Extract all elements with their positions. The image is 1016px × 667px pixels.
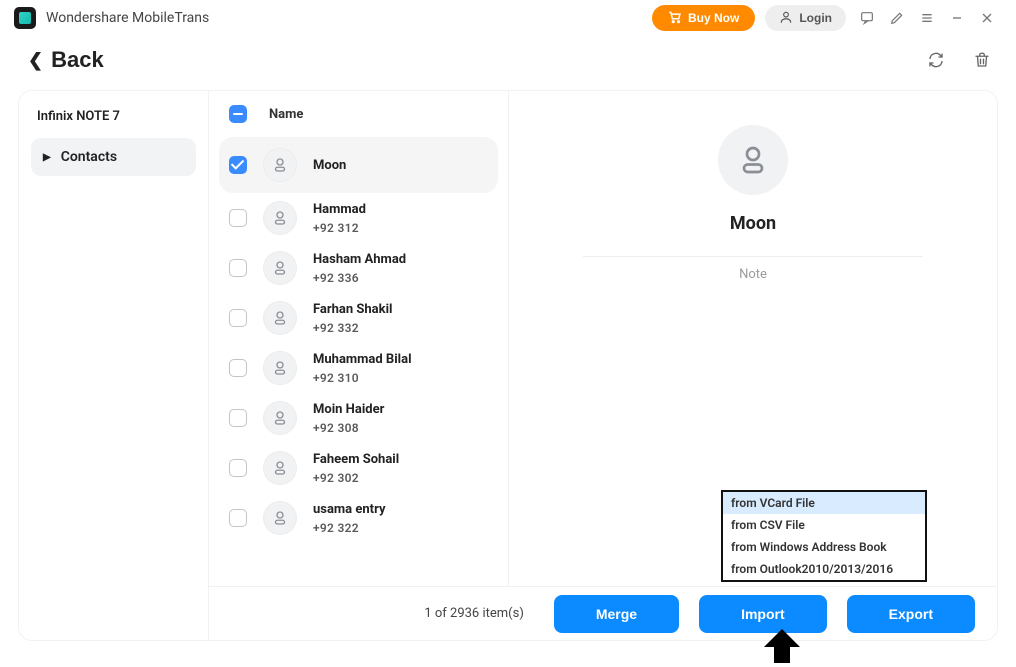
main-panel: Infinix NOTE 7 ▶ Contacts Name Moon Hamma… bbox=[18, 90, 998, 641]
contact-name: Hammad bbox=[313, 202, 366, 217]
avatar bbox=[263, 201, 297, 235]
back-button[interactable]: ❮ Back bbox=[28, 47, 104, 73]
avatar bbox=[263, 401, 297, 435]
back-row: ❮ Back bbox=[0, 36, 1016, 90]
avatar bbox=[263, 351, 297, 385]
contact-name: Muhammad Bilal bbox=[313, 352, 412, 367]
contact-phone: +92 310 bbox=[313, 371, 412, 385]
contact-phone: +92 336 bbox=[313, 271, 406, 285]
contact-name: Moin Haider bbox=[313, 402, 384, 417]
edit-icon[interactable] bbox=[882, 3, 912, 33]
import-menu-option[interactable]: from VCard File bbox=[723, 492, 925, 514]
contact-phone: +92 332 bbox=[313, 321, 392, 335]
contact-checkbox[interactable] bbox=[229, 359, 247, 377]
feedback-icon[interactable] bbox=[852, 3, 882, 33]
contact-name: usama entry bbox=[313, 502, 386, 517]
hamburger-icon[interactable] bbox=[912, 3, 942, 33]
contact-phone: +92 302 bbox=[313, 471, 399, 485]
import-menu[interactable]: from VCard Filefrom CSV Filefrom Windows… bbox=[721, 490, 927, 582]
triangle-right-icon: ▶ bbox=[43, 152, 51, 163]
sidebar-item-label: Contacts bbox=[61, 149, 117, 165]
close-button[interactable] bbox=[972, 3, 1002, 33]
sync-icon[interactable] bbox=[920, 44, 952, 76]
sidebar: Infinix NOTE 7 ▶ Contacts bbox=[19, 91, 209, 640]
app-title: Wondershare MobileTrans bbox=[46, 10, 209, 26]
contact-checkbox[interactable] bbox=[229, 409, 247, 427]
login-button[interactable]: Login bbox=[765, 5, 846, 31]
user-icon bbox=[779, 10, 793, 27]
contact-checkbox[interactable] bbox=[229, 209, 247, 227]
contact-list-column: Name Moon Hammad +92 312 Hasham Ahmad +92 33… bbox=[209, 91, 509, 640]
avatar bbox=[263, 148, 297, 182]
buy-now-button[interactable]: Buy Now bbox=[652, 5, 755, 31]
item-count: 1 of 2936 item(s) bbox=[424, 606, 524, 621]
contact-name: Farhan Shakil bbox=[313, 302, 392, 317]
detail-name: Moon bbox=[730, 213, 776, 234]
contact-row[interactable]: usama entry +92 322 bbox=[219, 493, 498, 543]
contact-phone: +92 312 bbox=[313, 221, 366, 235]
import-menu-option[interactable]: from Windows Address Book bbox=[723, 536, 925, 558]
detail-avatar bbox=[718, 125, 788, 195]
footer-bar: 1 of 2936 item(s) Merge Import Export bbox=[209, 586, 997, 640]
contact-row[interactable]: Moon bbox=[219, 137, 498, 193]
contact-checkbox[interactable] bbox=[229, 259, 247, 277]
avatar bbox=[263, 501, 297, 535]
contact-name: Hasham Ahmad bbox=[313, 252, 406, 267]
merge-button[interactable]: Merge bbox=[554, 595, 679, 633]
column-header-name: Name bbox=[269, 107, 303, 122]
select-all-checkbox[interactable] bbox=[229, 105, 247, 123]
avatar bbox=[263, 251, 297, 285]
import-menu-option[interactable]: from Outlook2010/2013/2016 bbox=[723, 558, 925, 580]
device-name: Infinix NOTE 7 bbox=[31, 105, 196, 138]
contact-checkbox[interactable] bbox=[229, 309, 247, 327]
contact-row[interactable]: Faheem Sohail +92 302 bbox=[219, 443, 498, 493]
contact-list[interactable]: Moon Hammad +92 312 Hasham Ahmad +92 336 Farh… bbox=[209, 137, 508, 640]
titlebar: Wondershare MobileTrans Buy Now Login bbox=[0, 0, 1016, 36]
contact-row[interactable]: Hasham Ahmad +92 336 bbox=[219, 243, 498, 293]
contact-phone: +92 308 bbox=[313, 421, 384, 435]
contact-checkbox[interactable] bbox=[229, 509, 247, 527]
detail-note-label: Note bbox=[739, 267, 767, 282]
import-menu-option[interactable]: from CSV File bbox=[723, 514, 925, 536]
contact-checkbox[interactable] bbox=[229, 156, 247, 174]
app-logo bbox=[14, 7, 36, 29]
contact-phone: +92 322 bbox=[313, 521, 386, 535]
contact-row[interactable]: Moin Haider +92 308 bbox=[219, 393, 498, 443]
sidebar-item-contacts[interactable]: ▶ Contacts bbox=[31, 138, 196, 176]
contact-list-header: Name bbox=[209, 91, 508, 137]
chevron-left-icon: ❮ bbox=[28, 50, 43, 71]
contact-row[interactable]: Muhammad Bilal +92 310 bbox=[219, 343, 498, 393]
import-button[interactable]: Import bbox=[699, 595, 827, 633]
avatar bbox=[263, 451, 297, 485]
contact-name: Moon bbox=[313, 158, 346, 173]
cart-icon bbox=[668, 10, 682, 27]
divider bbox=[583, 256, 923, 257]
export-button[interactable]: Export bbox=[847, 595, 975, 633]
contact-row[interactable]: Hammad +92 312 bbox=[219, 193, 498, 243]
minimize-button[interactable] bbox=[942, 3, 972, 33]
contact-checkbox[interactable] bbox=[229, 459, 247, 477]
avatar bbox=[263, 301, 297, 335]
contact-row[interactable]: Farhan Shakil +92 332 bbox=[219, 293, 498, 343]
trash-icon[interactable] bbox=[966, 44, 998, 76]
contact-name: Faheem Sohail bbox=[313, 452, 399, 467]
